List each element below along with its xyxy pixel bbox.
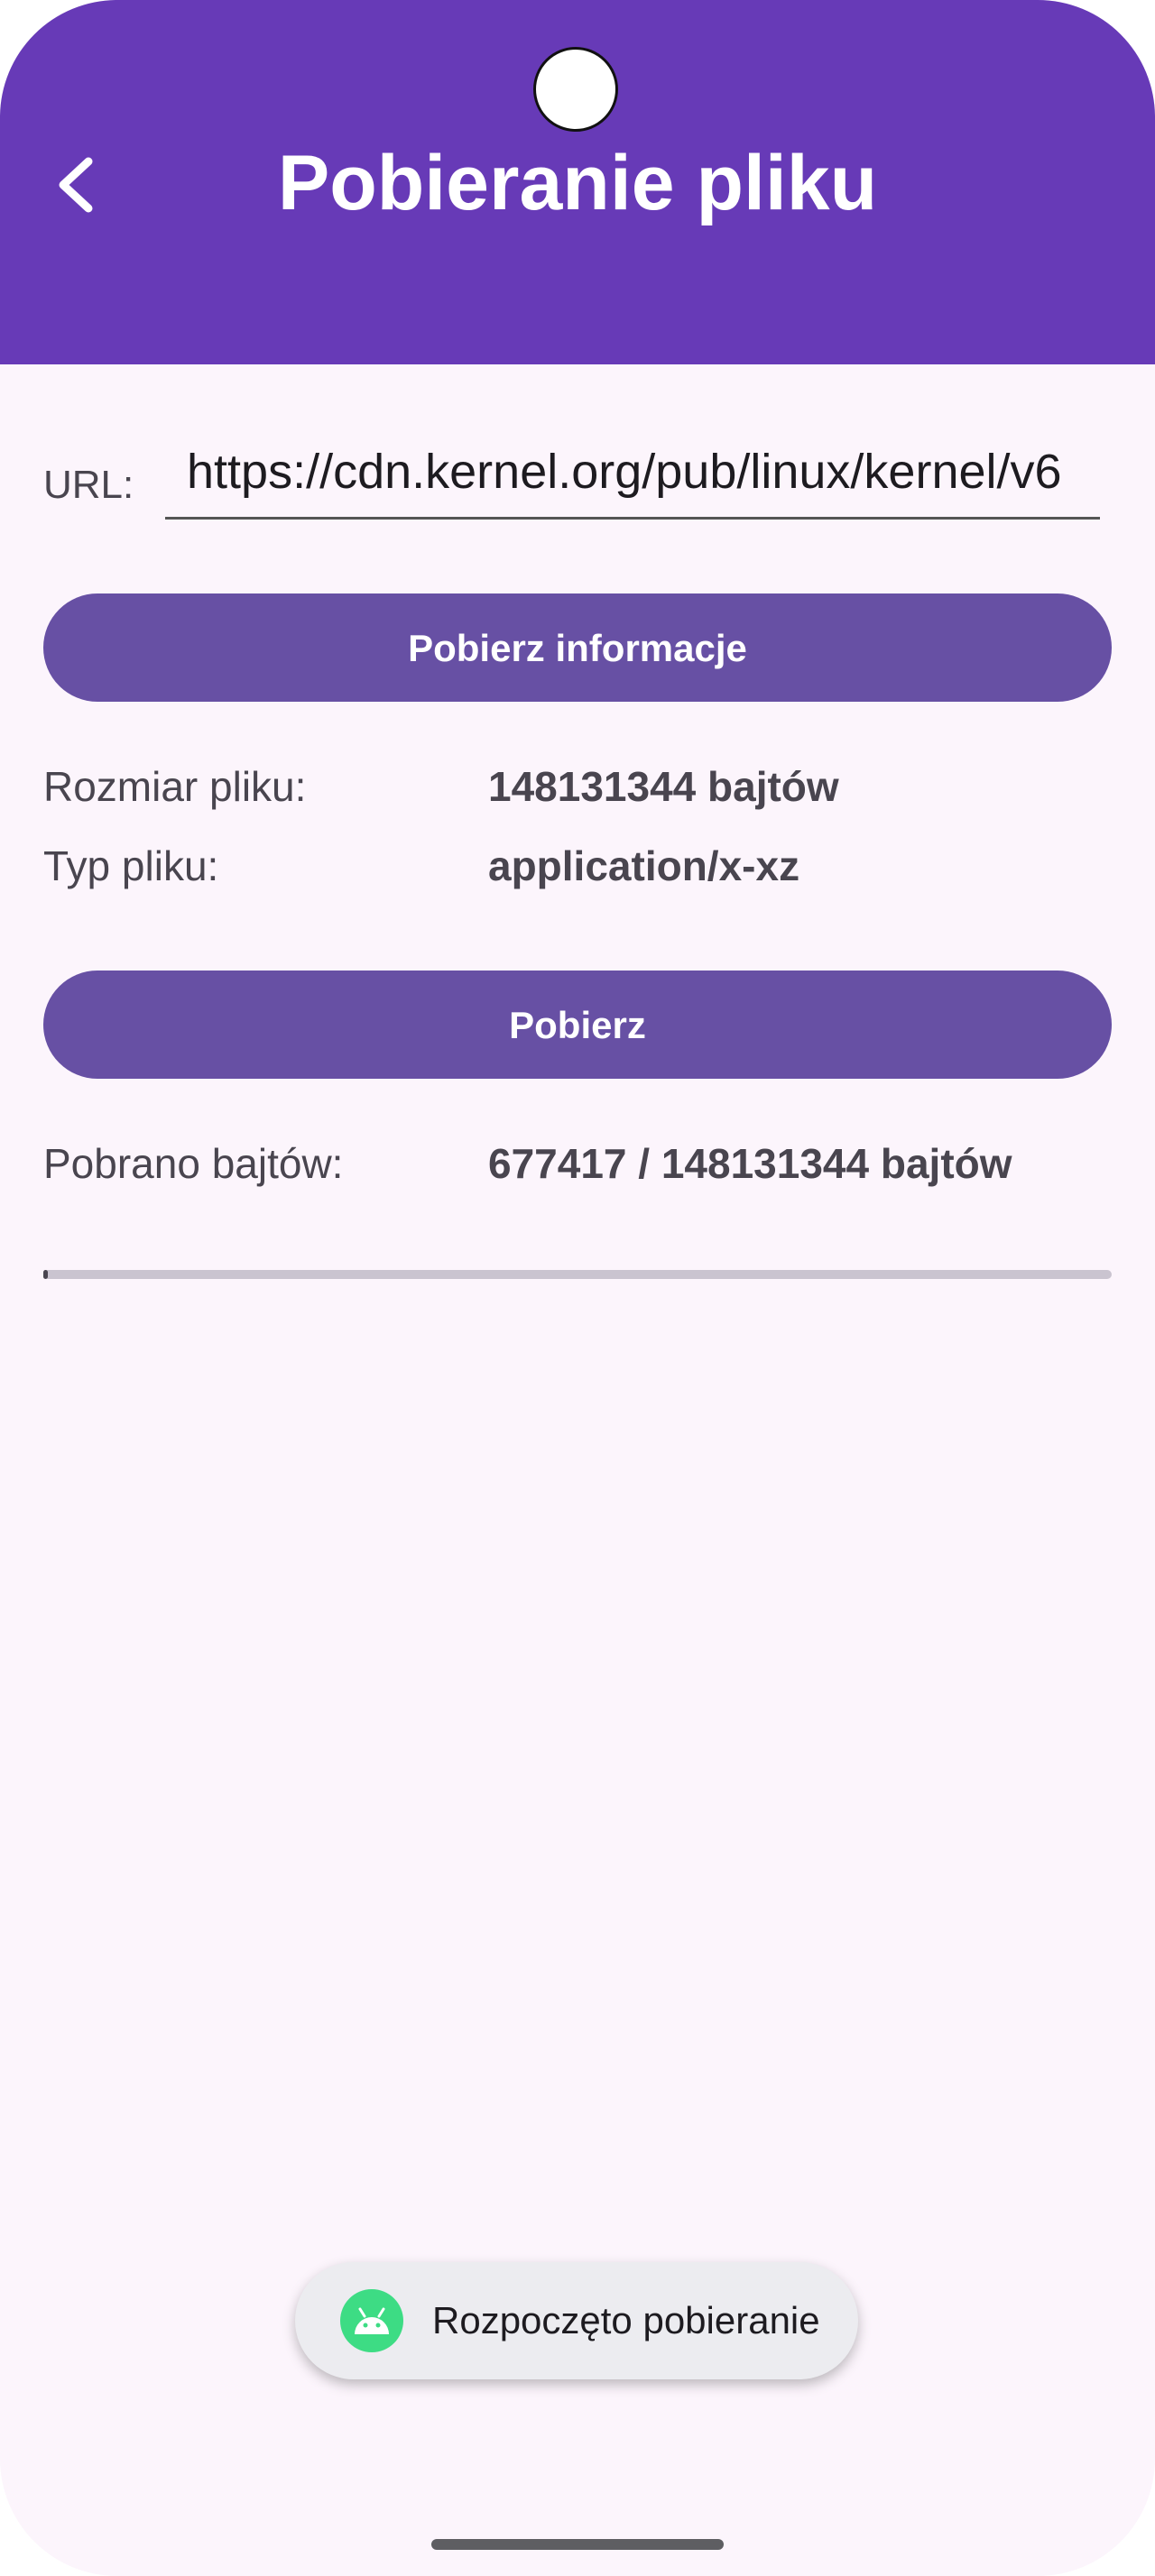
home-indicator[interactable] [431, 2539, 724, 2550]
downloaded-bytes-value: 677417 / 148131344 bajtów [488, 1140, 1012, 1187]
download-progress-bar [43, 1270, 1112, 1279]
download-button[interactable]: Pobierz [43, 971, 1112, 1079]
camera-cutout [533, 47, 618, 132]
phone-screen: Pobieranie pliku URL: Pobierz informacje… [0, 0, 1155, 2576]
download-progress-fill [43, 1270, 49, 1279]
fetch-info-button[interactable]: Pobierz informacje [43, 593, 1112, 702]
app-bar: Pobieranie pliku [0, 0, 1155, 364]
downloaded-bytes-label: Pobrano bajtów: [43, 1140, 344, 1187]
file-type-label: Typ pliku: [43, 842, 219, 889]
url-label: URL: [43, 463, 134, 507]
url-input[interactable] [165, 426, 1100, 520]
toast-text: Rozpoczęto pobieranie [432, 2299, 820, 2341]
file-size-value: 148131344 bajtów [488, 763, 839, 810]
file-size-label: Rozmiar pliku: [43, 763, 307, 810]
page-title: Pobieranie pliku [277, 140, 878, 226]
android-icon [340, 2289, 403, 2352]
file-type-value: application/x-xz [488, 842, 800, 889]
toast-message: Rozpoczęto pobieranie [295, 2262, 858, 2379]
